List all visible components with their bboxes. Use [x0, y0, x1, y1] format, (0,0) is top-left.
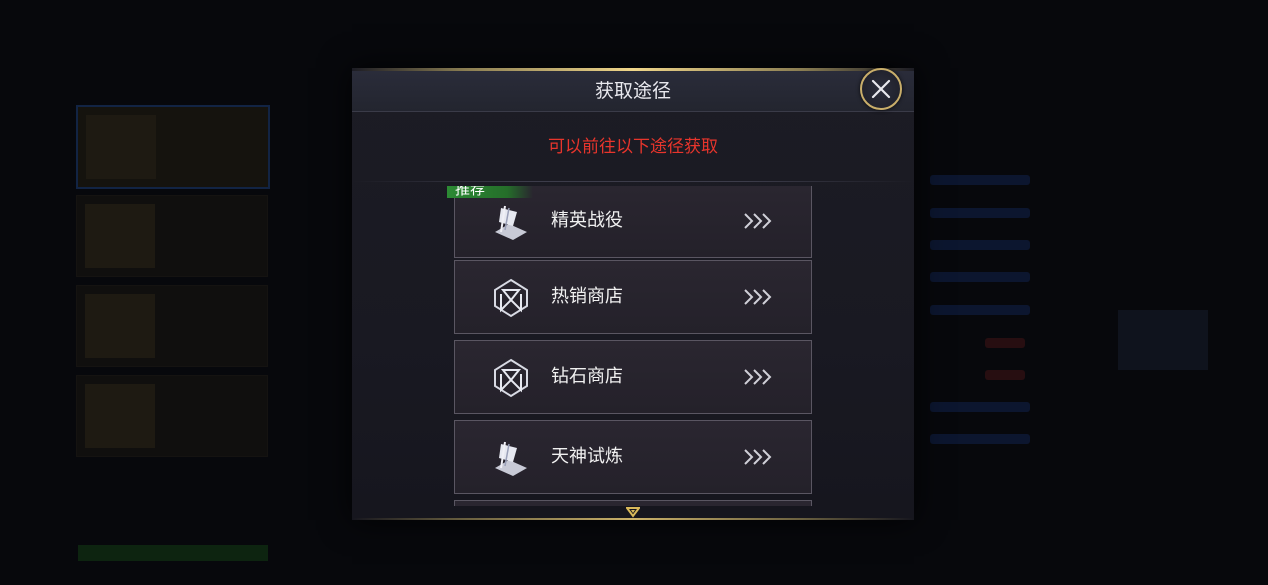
- background-stat-bar: [930, 208, 1030, 218]
- acquisition-routes-dialog: 获取途径 可以前往以下途径获取 精英战役 热销商店 钻石商店 天神试炼 推荐: [352, 68, 914, 520]
- background-hero-list: [70, 95, 275, 565]
- dialog-header: 获取途径: [352, 71, 914, 112]
- route-label: 天神试炼: [551, 446, 623, 467]
- background-tab-column: [1118, 70, 1208, 550]
- recommend-badge: 推荐: [447, 186, 533, 198]
- route-list[interactable]: 精英战役 热销商店 钻石商店 天神试炼 推荐: [352, 186, 914, 506]
- background-hero-thumb: [85, 384, 155, 448]
- triple-chevron-right-icon: [744, 289, 772, 305]
- background-hero-thumb: [85, 204, 155, 268]
- background-stat-bar: [930, 272, 1030, 282]
- background-stat-bar-red: [985, 338, 1025, 348]
- close-button[interactable]: [860, 68, 902, 110]
- background-tab: [1118, 70, 1208, 130]
- background-stat-bar: [930, 434, 1030, 444]
- background-hero-card: [76, 105, 270, 189]
- background-stat-bar: [930, 175, 1030, 185]
- route-label: 热销商店: [551, 286, 623, 307]
- close-icon: [871, 79, 891, 99]
- background-stat-bar: [930, 240, 1030, 250]
- trial-flag-icon: [495, 441, 527, 476]
- background-hero-thumb: [85, 294, 155, 358]
- diamond-shop-emblem-icon: [494, 358, 528, 398]
- triple-chevron-right-icon: [744, 449, 772, 465]
- shop-emblem-icon: [494, 278, 528, 318]
- scroll-down-indicator-icon: [626, 507, 640, 518]
- background-tab-selected: [1118, 310, 1208, 370]
- route-label: 精英战役: [551, 210, 623, 231]
- triple-chevron-right-icon: [744, 369, 772, 385]
- route-item-hot-shop[interactable]: 热销商店: [454, 260, 812, 334]
- background-hero-card: [76, 375, 268, 457]
- route-label: 钻石商店: [551, 366, 623, 387]
- triple-chevron-right-icon: [744, 213, 772, 229]
- background-stat-bar: [930, 402, 1030, 412]
- route-item-diamond-shop[interactable]: 钻石商店: [454, 340, 812, 414]
- campaign-flag-icon: [495, 205, 527, 240]
- route-item-god-trial[interactable]: 天神试炼: [454, 420, 812, 494]
- background-progress-bar: [78, 545, 268, 561]
- dialog-title: 获取途径: [594, 80, 671, 102]
- dialog-bottom-border: [352, 518, 914, 520]
- background-hero-card: [76, 285, 268, 367]
- background-hero-card: [76, 195, 268, 277]
- background-stat-bar: [930, 305, 1030, 315]
- background-hero-thumb: [86, 115, 156, 179]
- dialog-divider: [352, 181, 914, 182]
- background-stat-bar-red: [985, 370, 1025, 380]
- dialog-subtitle: 可以前往以下途径获取: [548, 137, 718, 157]
